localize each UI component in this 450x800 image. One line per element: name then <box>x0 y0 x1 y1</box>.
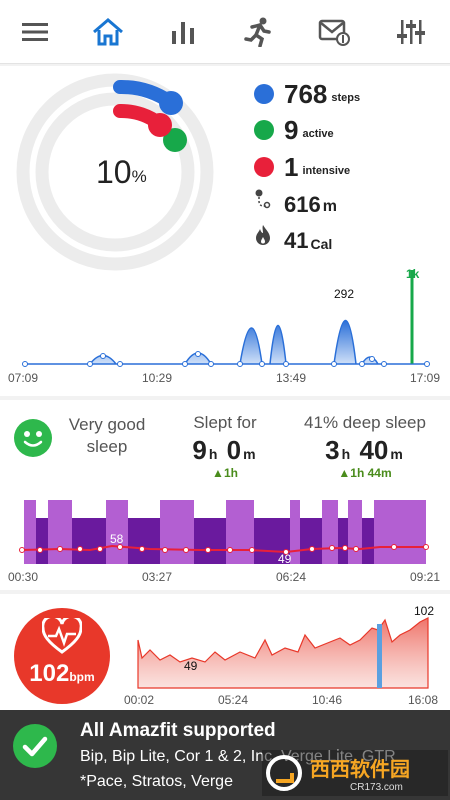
sleep-x-label: 03:27 <box>142 570 173 584</box>
steps-x-label: 17:09 <box>410 371 441 385</box>
banner-title: All Amazfit supported <box>80 720 276 741</box>
slept-title: Slept for <box>193 413 257 432</box>
slept-for-block: Slept for 9h 0m ▲1h <box>185 413 265 480</box>
sleep-x-label: 09:21 <box>410 570 441 584</box>
watermark-text: 西西软件园 <box>310 759 410 781</box>
deep-sleep-duration: 3h 40 m <box>300 435 430 466</box>
intensive-stat: 1 intensive <box>254 151 350 181</box>
slept-delta-value: 1h <box>223 466 238 480</box>
distance-value: 616 <box>284 192 321 217</box>
up-arrow-icon: ▲ <box>338 466 351 480</box>
calories-unit: Cal <box>310 236 333 252</box>
goal-percent-value: 10 <box>96 154 132 190</box>
slept-hours: 9 <box>192 435 207 465</box>
route-pin-icon <box>254 188 274 215</box>
sleep-quality-label: Very good sleep <box>68 415 146 456</box>
smiley-icon <box>14 419 52 457</box>
heart-x-label: 16:08 <box>408 693 439 707</box>
active-unit: active <box>302 128 334 140</box>
active-dot-icon <box>254 120 274 140</box>
heart-x-label: 10:46 <box>312 693 343 707</box>
active-stat: 9 active <box>254 114 334 144</box>
device-support-banner[interactable]: All Amazfit supported Bip, Bip Lite, Cor… <box>0 710 450 800</box>
active-value: 9 <box>284 115 299 145</box>
intensive-unit: intensive <box>302 165 351 177</box>
sleep-hr-high-label: 58 <box>110 532 124 546</box>
watermark-sub: CR173.com <box>350 782 403 793</box>
bar-chart-icon[interactable] <box>165 14 201 50</box>
steps-chart <box>22 270 430 367</box>
heart-x-label: 00:02 <box>124 693 155 707</box>
slept-duration: 9h 0m <box>185 435 265 466</box>
banner-line-2: *Pace, Stratos, Verge <box>80 773 233 790</box>
notification-mail-icon[interactable] <box>316 14 352 50</box>
heart-rate-chart <box>137 617 429 689</box>
sleep-x-label: 00:30 <box>8 570 39 584</box>
up-arrow-icon: ▲ <box>212 466 224 480</box>
slept-delta: ▲1h <box>185 466 265 480</box>
steps-dot-icon <box>254 84 274 104</box>
steps-x-label: 10:29 <box>142 371 173 385</box>
running-icon[interactable] <box>240 14 276 50</box>
heart-x-label: 05:24 <box>218 693 249 707</box>
steps-x-label: 13:49 <box>276 371 307 385</box>
watermark-logo: 西西软件园 CR173.com <box>262 750 448 796</box>
activity-card[interactable]: 10 % 768 steps 9 active 1 intensive 616 … <box>0 66 450 396</box>
intensive-dot-icon <box>254 157 274 177</box>
intensive-value: 1 <box>284 152 299 182</box>
sleep-chart <box>19 500 429 564</box>
menu-icon[interactable] <box>17 14 53 50</box>
deep-delta: ▲1h 44m <box>300 466 430 480</box>
slept-minutes: 0 <box>226 435 242 465</box>
calories-value: 41 <box>284 228 309 253</box>
goal-percent: 10 % <box>96 154 147 191</box>
hours-unit: h <box>208 446 218 462</box>
sleep-x-label: 06:24 <box>276 570 307 584</box>
goal-percent-unit: % <box>131 167 147 186</box>
heart-min-label: 49 <box>184 659 198 673</box>
steps-peak-label: 292 <box>334 287 355 301</box>
minutes-unit: m <box>243 446 256 462</box>
steps-goal-label: 1k <box>406 267 420 281</box>
deep-hours: 3 <box>325 435 340 465</box>
distance-unit: m <box>322 198 337 215</box>
heart-max-label: 102 <box>414 604 435 618</box>
settings-sliders-icon[interactable] <box>393 14 429 50</box>
deep-minutes: 40 <box>359 435 389 465</box>
distance-stat: 616 m <box>254 189 337 219</box>
steps-x-label: 07:09 <box>8 371 39 385</box>
checkmark-icon <box>13 724 57 768</box>
calories-stat: 41 Cal <box>254 225 332 255</box>
home-icon[interactable] <box>90 14 126 50</box>
minutes-unit: m <box>390 446 403 462</box>
deep-sleep-title: 41% deep sleep <box>304 413 426 432</box>
flame-icon <box>254 224 274 251</box>
hours-unit: h <box>341 446 351 462</box>
sleep-hr-low-label: 49 <box>278 552 292 566</box>
deep-sleep-block: 41% deep sleep 3h 40 m ▲1h 44m <box>300 413 430 480</box>
steps-value: 768 <box>284 79 328 109</box>
deep-delta-value: 1h 44m <box>350 466 392 480</box>
top-navigation-bar <box>0 0 450 64</box>
steps-stat: 768 steps <box>254 78 360 108</box>
steps-unit: steps <box>331 92 361 104</box>
